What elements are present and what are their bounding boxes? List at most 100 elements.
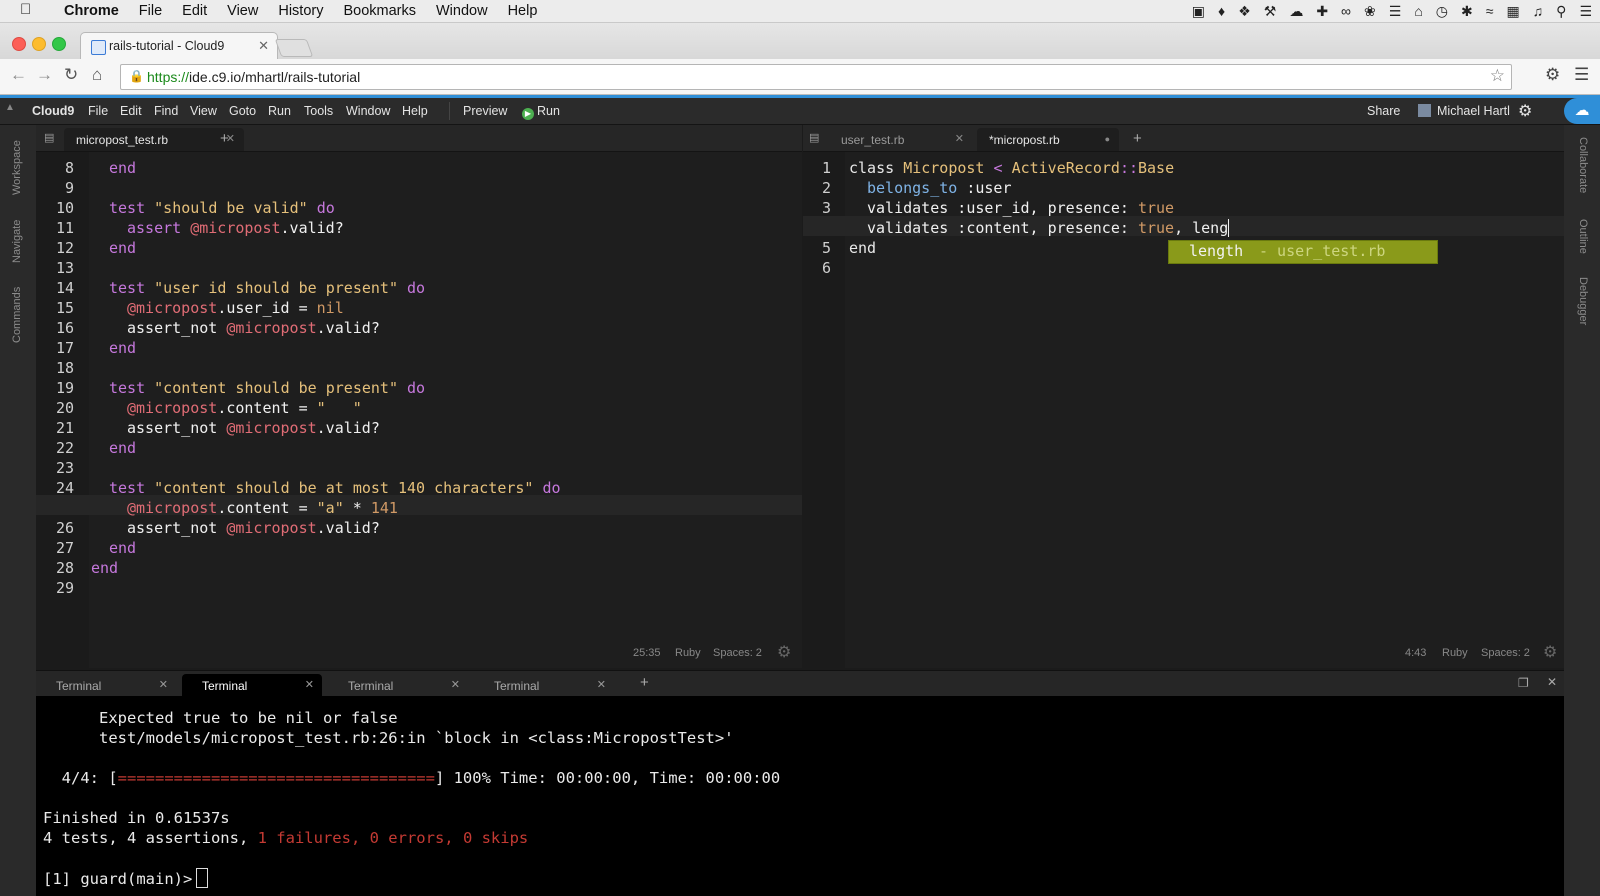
editor-settings-gear-icon[interactable]: ⚙ [777, 642, 791, 662]
line-number[interactable]: 6 [793, 258, 831, 278]
share-button[interactable]: Share [1367, 104, 1400, 118]
line-number[interactable]: 23 [36, 458, 74, 478]
mac-menu-edit[interactable]: Edit [172, 0, 217, 22]
time-machine-icon[interactable]: ◷ [1436, 0, 1448, 22]
c9-menu-edit[interactable]: Edit [120, 104, 142, 118]
editor-tab-micropost-test[interactable]: micropost_test.rb ✕ [64, 128, 244, 151]
line-number[interactable]: 12 [36, 238, 74, 258]
plus-badge-icon[interactable]: ✚ [1316, 0, 1328, 22]
address-bar[interactable]: 🔒 https://ide.c9.io/mhartl/rails-tutoria… [120, 64, 1512, 90]
editor-tab-user-test[interactable]: user_test.rb ✕ [829, 128, 973, 151]
line-number[interactable]: 8 [36, 158, 74, 178]
terminal-tab-3[interactable]: Terminal ✕ [328, 674, 468, 696]
avatar[interactable] [1418, 104, 1431, 117]
indent-setting[interactable]: Spaces: 2 [1481, 647, 1530, 659]
line-number[interactable]: 22 [36, 438, 74, 458]
back-arrow-icon[interactable]: ← [10, 65, 27, 85]
camera-icon[interactable]: ▣ [1192, 0, 1205, 22]
terminal-tab-4[interactable]: Terminal ✕ [474, 674, 614, 696]
autocomplete-popup[interactable]: length - user_test.rb [1168, 240, 1438, 264]
line-number[interactable]: 19 [36, 378, 74, 398]
navigate-panel-tab[interactable]: Navigate [11, 220, 23, 263]
line-number[interactable]: 1 [793, 158, 831, 178]
new-terminal-plus-icon[interactable]: + [640, 674, 649, 691]
bell-icon[interactable]: ♦ [1218, 0, 1225, 22]
restore-panel-icon[interactable]: ❐ [1518, 676, 1529, 690]
mac-menu-view[interactable]: View [217, 0, 268, 22]
mac-menu-help[interactable]: Help [498, 0, 548, 22]
dropbox-icon[interactable]: ❖ [1238, 0, 1251, 22]
unsaved-dot-icon[interactable]: ● [1105, 134, 1110, 144]
cursor-position[interactable]: 25:35 [633, 647, 661, 659]
right-code-area[interactable]: class Micropost < ActiveRecord::Base bel… [803, 152, 1564, 668]
close-tab-icon[interactable]: ✕ [159, 678, 168, 691]
line-number[interactable]: 20 [36, 398, 74, 418]
cloud-icon[interactable]: ☁ [1289, 0, 1303, 22]
debugger-panel-tab[interactable]: Debugger [1577, 277, 1589, 325]
wrench-icon[interactable]: ⚒ [1264, 0, 1277, 22]
close-panel-icon[interactable]: ✕ [1547, 675, 1557, 689]
line-number[interactable]: 13 [36, 258, 74, 278]
preferences-gear-icon[interactable]: ⚙ [1518, 101, 1532, 121]
c9-menu-tools[interactable]: Tools [304, 104, 333, 118]
line-number[interactable]: 5 [793, 238, 831, 258]
line-number[interactable]: 3 [793, 198, 831, 218]
left-code-area[interactable]: end test "should be valid" do assert @mi… [36, 152, 802, 668]
cloud9-brand-menu[interactable]: Cloud9 [32, 104, 74, 118]
line-number[interactable]: 26 [36, 518, 74, 538]
indent-setting[interactable]: Spaces: 2 [713, 647, 762, 659]
home-icon[interactable]: ⌂ [92, 65, 102, 85]
extension-gear-icon[interactable]: ⚙ [1545, 65, 1560, 85]
home-icon[interactable]: ⌂ [1414, 0, 1422, 22]
new-editor-tab-plus-icon[interactable]: + [220, 130, 229, 147]
terminal-tab-2[interactable]: Terminal ✕ [182, 674, 322, 696]
mac-menu-history[interactable]: History [268, 0, 333, 22]
collapse-arrow-icon[interactable]: ▲ [5, 102, 15, 113]
volume-icon[interactable]: ♫ [1533, 0, 1544, 22]
preview-button[interactable]: Preview [463, 104, 507, 118]
forward-arrow-icon[interactable]: → [36, 65, 53, 85]
pane-menu-icon[interactable]: ▤ [44, 131, 54, 144]
line-number[interactable]: 11 [36, 218, 74, 238]
line-number[interactable]: 21 [36, 418, 74, 438]
language-mode[interactable]: Ruby [1442, 647, 1468, 659]
user-name[interactable]: Michael Hartl [1437, 104, 1510, 118]
line-number[interactable]: 9 [36, 178, 74, 198]
cursor-position[interactable]: 4:43 [1405, 647, 1426, 659]
spotlight-search-icon[interactable]: ⚲ [1556, 0, 1566, 22]
notification-center-icon[interactable]: ☰ [1579, 0, 1592, 22]
c9-menu-view[interactable]: View [190, 104, 217, 118]
line-number[interactable]: 18 [36, 358, 74, 378]
run-button[interactable]: ▶ Run [522, 104, 560, 120]
close-tab-icon[interactable]: ✕ [597, 678, 606, 691]
collaborate-panel-tab[interactable]: Collaborate [1577, 137, 1589, 193]
terminal-output[interactable]: Expected true to be nil or false test/mo… [36, 696, 1564, 896]
minimize-window-button[interactable] [32, 37, 46, 51]
language-mode[interactable]: Ruby [675, 647, 701, 659]
reload-icon[interactable]: ↻ [64, 65, 78, 85]
new-tab-button[interactable] [274, 39, 314, 57]
close-tab-icon[interactable]: ✕ [305, 678, 314, 691]
new-editor-tab-plus-icon[interactable]: + [1133, 130, 1142, 147]
wifi-icon[interactable]: ≈ [1486, 0, 1494, 22]
zoom-window-button[interactable] [52, 37, 66, 51]
browser-tab-active[interactable]: rails-tutorial - Cloud9 ✕ [80, 32, 278, 61]
link-icon[interactable]: ∞ [1341, 0, 1351, 22]
c9-menu-run[interactable]: Run [268, 104, 291, 118]
c9-menu-find[interactable]: Find [154, 104, 178, 118]
mac-menu-window[interactable]: Window [426, 0, 498, 22]
line-number[interactable]: 17 [36, 338, 74, 358]
terminal-prompt-line[interactable]: [1] guard(main)> [43, 868, 209, 889]
line-number[interactable]: 10 [36, 198, 74, 218]
mac-menu-file[interactable]: File [129, 0, 172, 22]
mac-menu-bookmarks[interactable]: Bookmarks [333, 0, 426, 22]
c9-menu-window[interactable]: Window [346, 104, 390, 118]
keyboard-icon[interactable]: ▦ [1506, 0, 1519, 22]
c9-menu-help[interactable]: Help [402, 104, 428, 118]
layers-icon[interactable]: ☰ [1389, 0, 1402, 22]
mac-menu-app[interactable]: Chrome [54, 0, 129, 22]
c9-menu-goto[interactable]: Goto [229, 104, 256, 118]
apple-icon[interactable]:  [20, 1, 31, 18]
close-tab-icon[interactable]: ✕ [258, 38, 269, 54]
bookmark-star-icon[interactable]: ☆ [1490, 66, 1505, 86]
